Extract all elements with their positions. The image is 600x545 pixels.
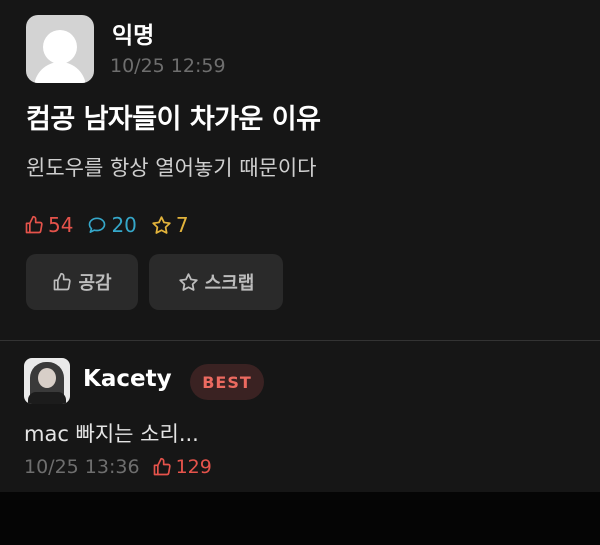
- comment-timestamp: 10/25 13:36: [24, 456, 140, 478]
- star-icon: [152, 215, 171, 234]
- post-body: 윈도우를 항상 열어놓기 때문이다: [26, 156, 317, 180]
- like-count-stat: 54: [24, 213, 73, 237]
- like-button-label: 공감: [78, 273, 112, 294]
- thumbs-up-icon: [54, 272, 72, 291]
- post-timestamp: 10/25 12:59: [110, 55, 226, 77]
- comment-meta: 10/25 13:36 129: [24, 456, 212, 478]
- scrap-count: 7: [175, 213, 189, 237]
- post-stats: 54 20 7: [24, 213, 203, 237]
- like-count: 54: [48, 213, 74, 237]
- comment-like-count: 129: [175, 456, 212, 478]
- comment-count-stat: 20: [87, 213, 137, 237]
- speech-bubble-icon: [89, 217, 106, 233]
- comment-count: 20: [111, 213, 137, 237]
- divider: [0, 340, 600, 341]
- best-badge: BEST: [190, 364, 264, 400]
- thumbs-up-icon: [25, 215, 43, 234]
- like-button[interactable]: 공감: [26, 254, 138, 310]
- post-title: 컴공 남자들이 차가운 이유: [26, 104, 321, 135]
- comment-text: mac 빠지는 소리...: [24, 422, 199, 446]
- comment-like-count-stat[interactable]: 129: [152, 456, 212, 478]
- comment-author-name[interactable]: Kacety: [83, 366, 172, 392]
- thumbs-up-icon: [153, 457, 171, 476]
- scrap-button[interactable]: 스크랩: [149, 254, 283, 310]
- scrap-count-stat: 7: [151, 213, 189, 237]
- comment-avatar[interactable]: [24, 358, 70, 404]
- star-icon: [178, 272, 198, 291]
- post-author-name: 익명: [112, 23, 155, 49]
- post-screen: 익명 10/25 12:59 컴공 남자들이 차가운 이유 윈도우를 항상 열어…: [0, 0, 600, 492]
- anonymous-avatar-icon: [26, 15, 94, 83]
- scrap-button-label: 스크랩: [204, 273, 255, 294]
